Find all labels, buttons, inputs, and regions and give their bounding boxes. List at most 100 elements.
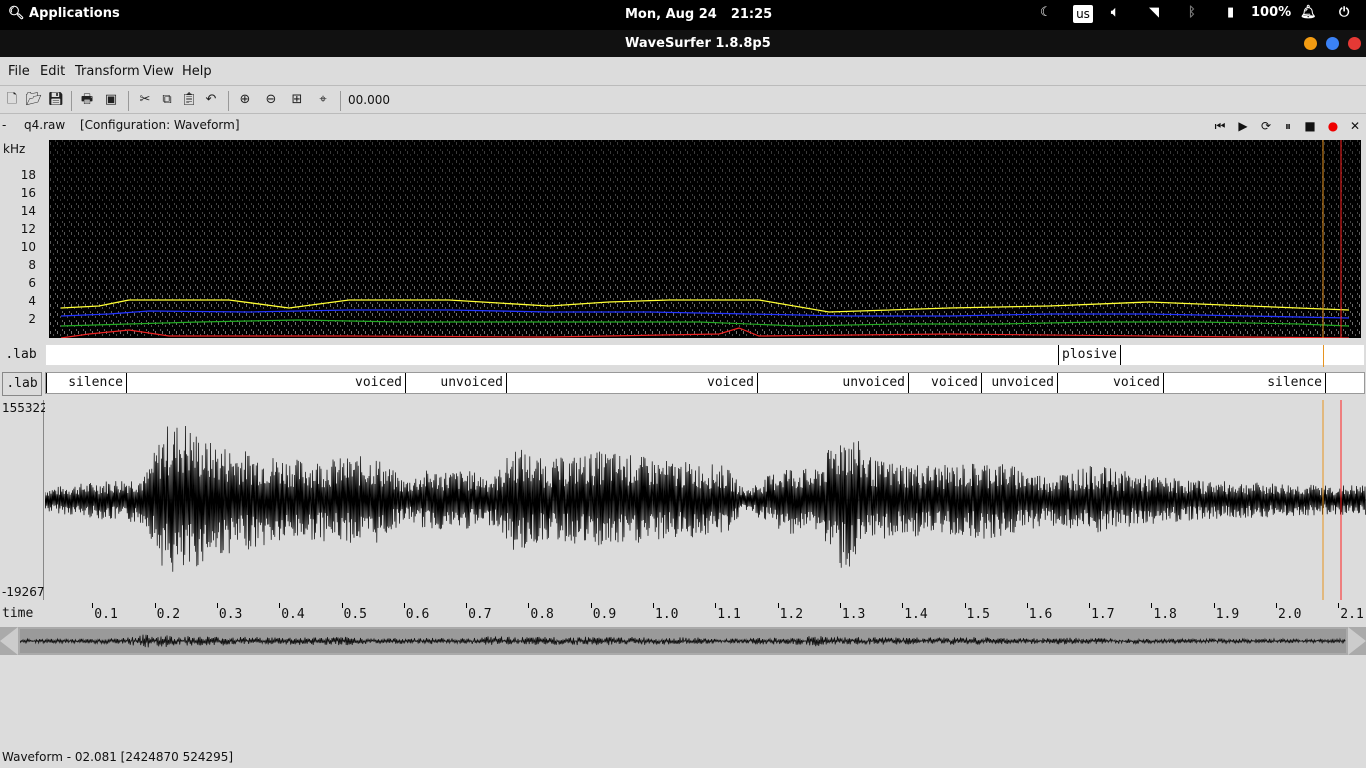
- time-tick-label: 0.5: [343, 607, 367, 622]
- menu-view[interactable]: View: [143, 64, 174, 79]
- scroll-thumb[interactable]: [19, 629, 1346, 653]
- time-tick-mark: [1151, 603, 1153, 608]
- stop-icon[interactable]: ■: [1302, 118, 1318, 134]
- label-segment[interactable]: voiced: [127, 373, 406, 393]
- keyboard-layout-indicator[interactable]: us: [1073, 5, 1093, 23]
- volume-icon[interactable]: 🔈︎: [1111, 5, 1119, 20]
- time-tick-mark: [1026, 603, 1028, 608]
- menu-help[interactable]: Help: [182, 64, 212, 79]
- spectrogram-image: [49, 140, 1361, 339]
- wifi-icon[interactable]: ◥: [1149, 5, 1159, 20]
- time-tick-label: 1.8: [1153, 607, 1177, 622]
- copy-icon[interactable]: ⧉: [158, 91, 176, 109]
- minimize-button[interactable]: [1304, 37, 1317, 50]
- time-tick-mark: [466, 603, 468, 608]
- scroll-right-arrow[interactable]: [1348, 627, 1366, 655]
- cut-icon[interactable]: ✂: [136, 91, 154, 109]
- waveform-trace: [44, 425, 1366, 572]
- time-tick-label: 0.8: [530, 607, 554, 622]
- time-tick-label: 1.0: [655, 607, 679, 622]
- night-mode-icon[interactable]: ☾: [1040, 5, 1052, 20]
- label-segment[interactable]: silence: [1164, 373, 1326, 393]
- applications-menu[interactable]: 🔍︎ Applications: [8, 6, 120, 21]
- paste-icon[interactable]: 📋︎: [180, 91, 198, 109]
- time-tick-mark: [1213, 603, 1215, 608]
- battery-icon[interactable]: ▮: [1227, 5, 1234, 20]
- time-tick-mark: [403, 603, 405, 608]
- label-segment[interactable]: voiced: [507, 373, 758, 393]
- power-icon[interactable]: ⏻: [1339, 5, 1349, 20]
- overview-waveform: [19, 634, 1346, 648]
- play-loop-icon[interactable]: ⟳: [1258, 118, 1274, 134]
- y-tick-label: 10: [20, 240, 36, 254]
- label-segment[interactable]: silence: [46, 373, 127, 393]
- toolbar: 🗋 📂︎ 💾︎ 🖶 ▣ ✂ ⧉ 📋︎ ↶ ⊕ ⊖ ⊞ ⌖ 00.000: [0, 87, 1366, 114]
- menu-transform[interactable]: Transform: [75, 64, 140, 79]
- menu-edit[interactable]: Edit: [40, 64, 65, 79]
- applications-label: Applications: [29, 6, 120, 21]
- waveform-plot: [44, 400, 1366, 600]
- overview-scrollbar[interactable]: [0, 627, 1366, 655]
- waveform-y-axis: 155322 -19267: [0, 400, 48, 600]
- save-icon[interactable]: 💾︎: [47, 91, 65, 109]
- label-track-2: .lab silence voiced unvoiced voiced unvo…: [0, 372, 1366, 396]
- label-segment[interactable]: unvoiced: [982, 373, 1058, 393]
- file-name: q4.raw: [24, 118, 66, 132]
- time-axis: time 0.1 0.2 0.3 0.4 0.5 0.6 0.7 0.8 0.9 1.0 1.1 1.…: [0, 603, 1366, 625]
- close-window-button[interactable]: [1348, 37, 1361, 50]
- waveform-y-max: 155322: [2, 401, 48, 415]
- print-icon[interactable]: 🖶: [78, 91, 96, 109]
- spectrogram-pane[interactable]: [49, 140, 1361, 339]
- menu-file[interactable]: File: [8, 64, 30, 79]
- y-tick-label: 4: [28, 294, 36, 308]
- toolbar-separator: [128, 91, 129, 111]
- close-sound-icon[interactable]: ✕: [1347, 118, 1363, 134]
- label-segment[interactable]: voiced: [909, 373, 982, 393]
- pause-icon[interactable]: ⏸: [1280, 118, 1296, 134]
- spectrogram-y-axis: kHz 18 16 14 12 10 8 6 4 2: [0, 140, 46, 338]
- record-icon[interactable]: ●: [1325, 118, 1341, 134]
- scroll-left-arrow[interactable]: [0, 627, 18, 655]
- time-readout: 00.000: [348, 93, 390, 107]
- time-tick-mark: [902, 603, 904, 608]
- time-tick-label: 0.1: [94, 607, 118, 622]
- play-icon[interactable]: ▶: [1235, 118, 1251, 134]
- window-title: WaveSurfer 1.8.8p5: [625, 36, 771, 51]
- y-tick-label: 8: [28, 258, 36, 272]
- undo-icon[interactable]: ↶: [202, 91, 220, 109]
- y-tick-label: 6: [28, 276, 36, 290]
- label-segment[interactable]: unvoiced: [406, 373, 507, 393]
- label-track-name[interactable]: .lab: [2, 344, 40, 366]
- print-setup-icon[interactable]: ▣: [102, 91, 120, 109]
- sound-menu-button[interactable]: -: [2, 118, 6, 132]
- zoom-out-icon[interactable]: ⊖: [262, 91, 280, 109]
- time-tick-mark: [1276, 603, 1277, 608]
- time-axis-label: time: [2, 606, 34, 621]
- label-track-area[interactable]: silence voiced unvoiced voiced unvoiced …: [45, 372, 1365, 394]
- waveform-pane[interactable]: [44, 400, 1366, 600]
- status-bar: Waveform - 02.081 [2424870 524295]: [2, 750, 234, 764]
- label-segment[interactable]: unvoiced: [758, 373, 909, 393]
- zoom-selection-icon[interactable]: ⌖: [314, 91, 332, 109]
- time-tick-mark: [964, 603, 966, 608]
- maximize-button[interactable]: [1326, 37, 1339, 50]
- label-track-area[interactable]: plosive: [45, 344, 1365, 367]
- system-top-bar: 🔍︎ Applications Mon, Aug 24 21:25 ☾ us 🔈︎…: [0, 0, 1366, 30]
- bluetooth-icon[interactable]: ᛒ: [1188, 5, 1196, 20]
- skip-to-start-icon[interactable]: ⏮: [1212, 118, 1228, 134]
- sound-info-bar: - q4.raw [Configuration: Waveform] ⏮ ▶ ⟳…: [0, 114, 1366, 136]
- label-segment[interactable]: plosive: [1058, 345, 1121, 365]
- zoom-in-icon[interactable]: ⊕: [236, 91, 254, 109]
- time-tick-mark: [92, 603, 94, 608]
- label-track-name[interactable]: .lab: [2, 372, 42, 396]
- label-segment[interactable]: voiced: [1058, 373, 1164, 393]
- open-folder-icon[interactable]: 📂︎: [25, 91, 43, 109]
- clock[interactable]: Mon, Aug 24 21:25: [625, 7, 786, 22]
- time-tick-label: 1.6: [1028, 607, 1053, 622]
- search-icon: 🔍︎: [8, 6, 25, 21]
- new-file-icon[interactable]: 🗋: [3, 91, 21, 109]
- zoom-all-icon[interactable]: ⊞: [288, 91, 306, 109]
- window-title-bar: WaveSurfer 1.8.8p5: [0, 30, 1366, 57]
- notifications-icon[interactable]: 🔔︎: [1300, 5, 1317, 20]
- y-tick-label: 2: [28, 312, 36, 326]
